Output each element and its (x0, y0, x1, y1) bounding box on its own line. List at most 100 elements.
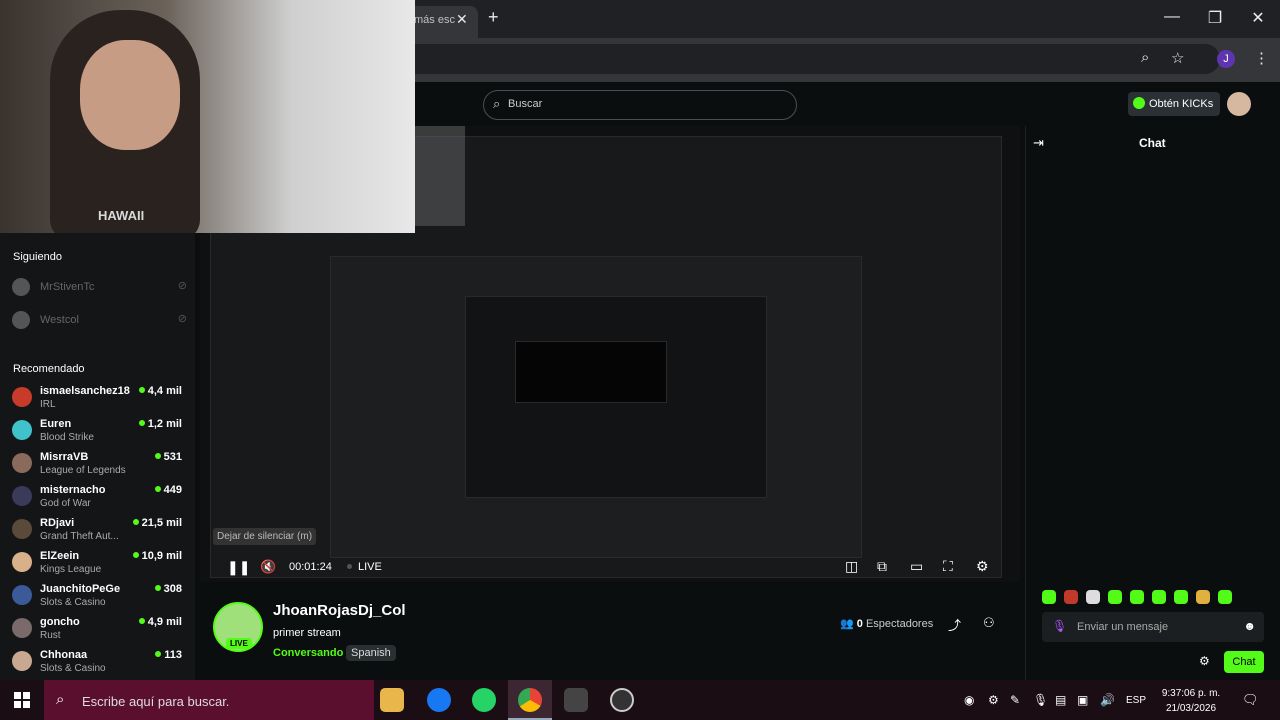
channel-name: misternacho (40, 484, 106, 496)
webcam-overlay: HAWAII (0, 0, 415, 233)
chat-send-button[interactable]: Chat (1224, 651, 1264, 673)
sidebar-item-recommended[interactable]: goncho Rust 4,9 mil (12, 616, 182, 646)
channel-name: JuanchitoPeGe (40, 583, 121, 595)
miniplayer-icon[interactable]: ◫ (845, 558, 858, 575)
address-field[interactable] (370, 44, 1220, 74)
chat-settings-icon[interactable]: ⚙ (1199, 654, 1210, 668)
app-cube-icon[interactable] (564, 688, 588, 712)
get-kicks-button[interactable]: Obtén KICKs (1128, 92, 1220, 116)
chrome-icon[interactable] (518, 688, 542, 712)
emote-icon[interactable] (1218, 590, 1232, 604)
bookmark-star-icon[interactable]: ☆ (1171, 49, 1184, 67)
emote-icon[interactable] (1108, 590, 1122, 604)
chat-input[interactable]: 🎙 Enviar un mensaje ☻ (1042, 612, 1264, 642)
tray-microphone-icon[interactable]: 🎙 (1033, 693, 1048, 707)
user-avatar[interactable] (1227, 92, 1251, 116)
follow-user-icon[interactable]: ⚇ (983, 615, 995, 631)
start-button[interactable] (0, 680, 44, 720)
live-label: LIVE (358, 561, 382, 573)
channel-category: Blood Strike (40, 432, 94, 443)
webcam-face (80, 40, 180, 150)
viewer-count: 👥 0 Espectadores (840, 618, 934, 630)
channel-avatar (12, 278, 30, 296)
sidebar-item-recommended[interactable]: MisrraVB League of Legends 531 (12, 451, 182, 481)
channel-category: Kings League (40, 564, 102, 575)
notification-icon[interactable]: 🗨 (1242, 692, 1259, 708)
chat-title: Chat (1139, 136, 1166, 150)
muted-speaker-icon[interactable]: 🔇 (260, 559, 276, 575)
viewer-count: 4,4 mil (138, 385, 182, 397)
clock-time: 9:37:06 p. m. (1161, 688, 1221, 699)
tray-volume-icon[interactable]: 🔊 (1100, 693, 1115, 707)
channel-category: IRL (40, 399, 56, 410)
collapse-chat-icon[interactable]: ⇥ (1033, 135, 1044, 151)
viewer-count: 21,5 mil (132, 517, 182, 529)
sidebar-item-recommended[interactable]: ismaelsanchez18 IRL 4,4 mil (12, 385, 182, 415)
tray-network-icon[interactable]: ▣ (1077, 693, 1088, 707)
tray-settings-icon[interactable]: ⚙ (988, 693, 999, 707)
fullscreen-icon[interactable]: ⛶ (943, 558, 953, 575)
taskbar-search[interactable]: ⌕ Escribe aquí para buscar. (44, 680, 374, 720)
new-tab-icon[interactable]: + (488, 7, 499, 28)
viewer-count: 113 (155, 649, 182, 661)
channel-category: League of Legends (40, 465, 126, 476)
emote-icon[interactable] (1174, 590, 1188, 604)
streamer-name[interactable]: JhoanRojasDj_Col (273, 602, 406, 619)
emote-icon[interactable] (1196, 590, 1210, 604)
search-icon: ⌕ (493, 96, 501, 111)
system-clock[interactable]: 9:37:06 p. m. 21/03/2026 (1158, 686, 1224, 716)
tray-storage-icon[interactable]: ▤ (1055, 693, 1066, 707)
settings-gear-icon[interactable]: ⚙ (976, 558, 989, 575)
sidebar-item-recommended[interactable]: RDjavi Grand Theft Aut... 21,5 mil (12, 517, 182, 547)
emote-icon[interactable] (1086, 590, 1100, 604)
emote-icon[interactable] (1152, 590, 1166, 604)
clip-icon[interactable]: ⧉ (877, 558, 887, 575)
microphone-icon[interactable]: 🎙 (1052, 619, 1067, 633)
channel-category: God of War (40, 498, 91, 509)
sidebar-item-recommended[interactable]: ElZeein Kings League 10,9 mil (12, 550, 182, 580)
window-close-icon[interactable]: ✕ (1238, 8, 1278, 28)
live-indicator[interactable]: LIVE (347, 561, 382, 573)
emote-icon[interactable] (1130, 590, 1144, 604)
tab-close-icon[interactable]: ✕ (456, 11, 468, 28)
channel-avatar (12, 311, 30, 329)
emote-icon[interactable] (1064, 590, 1078, 604)
sidebar-item-recommended[interactable]: misternacho God of War 449 (12, 484, 182, 514)
emoji-icon[interactable]: ☻ (1243, 619, 1256, 633)
channel-name: Euren (40, 418, 72, 430)
minimize-icon[interactable]: — (1152, 8, 1192, 26)
tray-app-icon[interactable]: ◉ (964, 693, 974, 707)
sidebar-item-recommended[interactable]: JuanchitoPeGe Slots & Casino 308 (12, 583, 182, 613)
sidebar-item-following[interactable]: MrStivenTc ⊘ (12, 276, 187, 298)
stream-category[interactable]: Conversando (273, 647, 343, 659)
channel-avatar (12, 420, 32, 440)
live-dot (347, 564, 352, 569)
whatsapp-icon[interactable] (472, 688, 496, 712)
zoom-icon[interactable]: ⌕ (1141, 49, 1149, 66)
emote-icon[interactable] (1042, 590, 1056, 604)
browser-menu-icon[interactable]: ⋮ (1254, 49, 1269, 67)
maximize-icon[interactable]: ❐ (1195, 8, 1235, 28)
viewer-count: 4,9 mil (138, 616, 182, 628)
language-tag[interactable]: Spanish (346, 645, 396, 661)
search-input[interactable]: ⌕ Buscar (483, 90, 797, 120)
theater-mode-icon[interactable]: ▭ (910, 558, 923, 575)
input-language[interactable]: ESP (1126, 695, 1146, 706)
tray-pen-icon[interactable]: ✎ (1010, 693, 1020, 707)
viewer-count: 1,2 mil (138, 418, 182, 430)
file-explorer-icon[interactable] (380, 688, 404, 712)
sidebar: Siguiendo MrStivenTc ⊘ Westcol ⊘ Recomen… (0, 233, 195, 680)
shirt-text: HAWAII (98, 208, 145, 223)
viewer-count: 449 (154, 484, 182, 496)
pause-icon[interactable]: ❚❚ (227, 559, 250, 576)
facebook-icon[interactable] (427, 688, 451, 712)
search-icon: ⌕ (56, 691, 65, 708)
sidebar-item-recommended[interactable]: Euren Blood Strike 1,2 mil (12, 418, 182, 448)
obs-icon[interactable] (610, 688, 634, 712)
channel-category: Grand Theft Aut... (40, 531, 119, 542)
offline-icon: ⊘ (177, 280, 187, 292)
sidebar-item-following[interactable]: Westcol ⊘ (12, 309, 187, 331)
share-icon[interactable]: ⤴ (948, 615, 961, 634)
sidebar-item-recommended[interactable]: Chhonaa Slots & Casino 113 (12, 649, 182, 679)
profile-avatar[interactable]: J (1217, 50, 1235, 68)
